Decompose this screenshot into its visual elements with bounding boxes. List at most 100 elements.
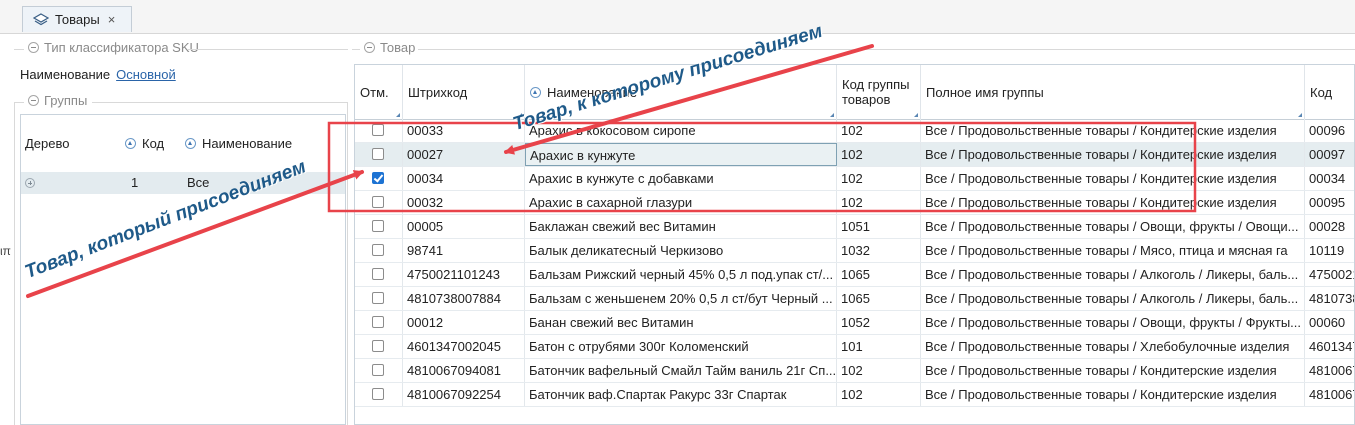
row-checkbox[interactable] [372, 220, 384, 232]
products-grid[interactable]: Отм. Штрихкод Наименование Код группы то… [354, 64, 1355, 425]
row-checkbox-cell[interactable] [355, 383, 403, 406]
cell-group-full: Все / Продовольственные товары / Кондите… [921, 143, 1305, 166]
row-checkbox-cell[interactable] [355, 335, 403, 358]
row-checkbox-cell[interactable] [355, 143, 403, 166]
row-checkbox[interactable] [372, 340, 384, 352]
cell-code: 00096 [1305, 119, 1354, 142]
table-row[interactable]: 00034 Арахис в кунжуте с добавками 102 Все … [355, 167, 1354, 191]
row-checkbox-cell[interactable] [355, 119, 403, 142]
table-row[interactable]: 4750021101243 Бальзам Рижский черный 45% … [355, 263, 1354, 287]
product-section-title[interactable]: Товар [364, 40, 415, 55]
header-text: Наименование [202, 136, 293, 151]
table-row[interactable]: 98741 Балык деликатесный Черкизово 1032 Все… [355, 239, 1354, 263]
left-panel: Тип классификатора SKU Наименование Основ… [0, 34, 348, 425]
table-row[interactable]: 00032 Арахис в сахарной глазури 102 Все / П… [355, 191, 1354, 215]
row-checkbox-cell[interactable] [355, 287, 403, 310]
cell-group-code: 102 [837, 143, 921, 166]
cell-code: 00060 [1305, 311, 1354, 334]
cell-group-full: Все / Продовольственные товары / Кондите… [921, 119, 1305, 142]
row-checkbox[interactable] [372, 388, 384, 400]
column-header-mark[interactable]: Отм. [355, 65, 403, 119]
column-header-code[interactable]: Код [121, 115, 181, 172]
table-row[interactable]: 4810738007884 Бальзам с женьшенем 20% 0,5… [355, 287, 1354, 311]
row-checkbox[interactable] [372, 124, 384, 136]
row-checkbox[interactable] [372, 292, 384, 304]
sku-classifier-section-title[interactable]: Тип классификатора SKU [28, 40, 199, 55]
column-header-group-code[interactable]: Код группы товаров [837, 65, 921, 119]
cell-barcode: 98741 [403, 239, 525, 262]
cell-group-full: Все / Продовольственные товары / Мясо, п… [921, 239, 1305, 262]
row-checkbox[interactable] [372, 172, 384, 184]
groups-section-title[interactable]: Группы [28, 93, 87, 108]
tree-row-code: 1 [131, 175, 139, 190]
column-header-group-full[interactable]: Полное имя группы [921, 65, 1305, 119]
row-checkbox[interactable] [372, 316, 384, 328]
tab-label: Товары [55, 12, 100, 27]
row-checkbox-cell[interactable] [355, 191, 403, 214]
table-row[interactable]: 4810067094081 Батончик вафельный Смайл Та… [355, 359, 1354, 383]
header-text: Код группы товаров [842, 77, 910, 107]
row-checkbox-cell[interactable] [355, 167, 403, 190]
collapse-icon[interactable] [364, 42, 375, 53]
table-row[interactable]: 4601347002045 Батон с отрубями 300г Колом… [355, 335, 1354, 359]
grid-header: Отм. Штрихкод Наименование Код группы то… [355, 65, 1354, 120]
cell-name: Бальзам Рижский черный 45% 0,5 л под.упа… [525, 263, 837, 286]
table-row[interactable]: 00033 Арахис в кокосовом сиропе 102 Все / П… [355, 119, 1354, 143]
cell-group-full: Все / Продовольственные товары / Алкогол… [921, 287, 1305, 310]
cell-name: Арахис в кокосовом сиропе [525, 119, 837, 142]
column-header-name[interactable]: Наименование [181, 115, 347, 172]
cell-name: Батончик вафельный Смайл Тайм ваниль 21г… [525, 359, 837, 382]
cell-code: 00095 [1305, 191, 1354, 214]
row-checkbox-cell[interactable] [355, 239, 403, 262]
cell-group-code: 101 [837, 335, 921, 358]
row-checkbox[interactable] [372, 364, 384, 376]
classifier-link[interactable]: Основной [116, 67, 176, 82]
cell-group-full: Все / Продовольственные товары / Алкогол… [921, 263, 1305, 286]
tab-bar: Товары × [0, 0, 1355, 34]
cell-group-code: 1065 [837, 287, 921, 310]
row-checkbox-cell[interactable] [355, 263, 403, 286]
cell-barcode: 00005 [403, 215, 525, 238]
header-text: Штрихкод [408, 84, 468, 100]
cell-group-code: 102 [837, 359, 921, 382]
cell-group-full: Все / Продовольственные товары / Овощи, … [921, 311, 1305, 334]
expand-icon[interactable] [25, 172, 45, 194]
column-header-code[interactable]: Код [1305, 65, 1354, 119]
sort-icon[interactable] [530, 86, 541, 98]
table-row[interactable]: 00027 Арахис в кунжуте 102 Все / Продовольс… [355, 143, 1354, 167]
cell-code: 00028 [1305, 215, 1354, 238]
collapse-icon[interactable] [28, 42, 39, 53]
cell-name: Батон с отрубями 300г Коломенский [525, 335, 837, 358]
classifier-name-row: Наименование Основной [20, 67, 176, 82]
cell-name: Арахис в кунжуте с добавками [525, 167, 837, 190]
collapse-icon[interactable] [28, 95, 39, 106]
cell-code: 00097 [1305, 143, 1354, 166]
row-checkbox[interactable] [372, 148, 384, 160]
divider [187, 49, 348, 50]
cell-code: 4601347 [1305, 335, 1354, 358]
table-row[interactable]: 00005 Баклажан свежий вес Витамин 1051 Все … [355, 215, 1354, 239]
header-text: Код [142, 136, 165, 151]
cell-group-code: 102 [837, 167, 921, 190]
row-checkbox[interactable] [372, 244, 384, 256]
layers-icon [33, 12, 49, 25]
row-checkbox[interactable] [372, 196, 384, 208]
cell-code: 4810067 [1305, 359, 1354, 382]
table-row[interactable]: 00012 Банан свежий вес Витамин 1052 Все / П… [355, 311, 1354, 335]
column-header-tree[interactable]: Дерево [21, 115, 121, 172]
row-checkbox-cell[interactable] [355, 215, 403, 238]
header-text: Код [1310, 84, 1333, 100]
tab-products[interactable]: Товары × [22, 6, 132, 32]
name-label: Наименование [20, 67, 111, 82]
row-checkbox-cell[interactable] [355, 359, 403, 382]
sort-icon[interactable] [185, 138, 196, 149]
cell-group-code: 1051 [837, 215, 921, 238]
cell-code: 4810067 [1305, 383, 1354, 406]
row-checkbox-cell[interactable] [355, 311, 403, 334]
row-checkbox[interactable] [372, 268, 384, 280]
divider [14, 102, 15, 425]
column-header-barcode[interactable]: Штрихкод [403, 65, 525, 119]
close-icon[interactable]: × [108, 12, 116, 27]
sort-icon[interactable] [125, 138, 136, 149]
table-row[interactable]: 4810067092254 Батончик ваф.Спартак Ракурс… [355, 383, 1354, 407]
